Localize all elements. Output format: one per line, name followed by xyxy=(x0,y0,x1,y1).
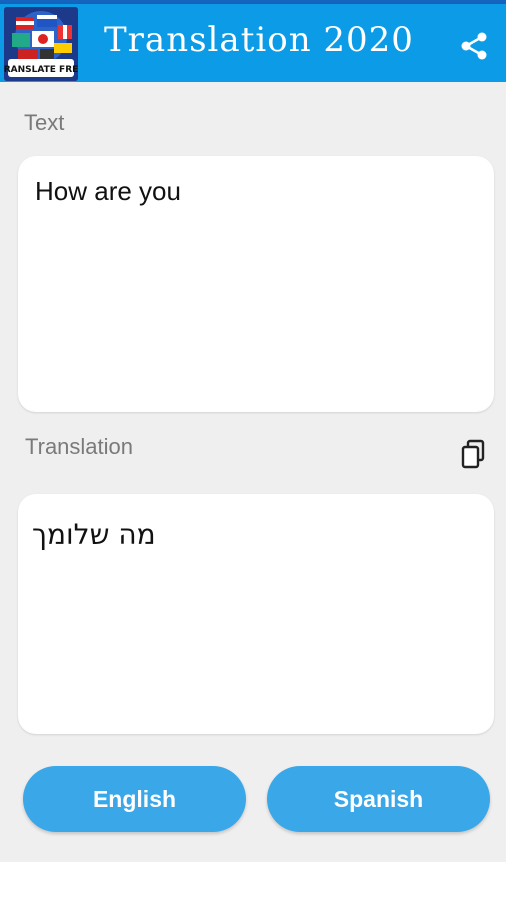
copy-icon xyxy=(461,439,485,469)
share-icon xyxy=(461,32,487,60)
app-title: Translation 2020 xyxy=(104,20,414,60)
svg-text:TRANSLATE FREE: TRANSLATE FREE xyxy=(4,65,78,75)
translation-output: מה שלומך xyxy=(18,494,494,734)
input-label: Text xyxy=(24,110,65,135)
source-language-button[interactable]: English xyxy=(23,766,246,832)
copy-button[interactable] xyxy=(458,438,488,470)
translation-value: מה שלומך xyxy=(32,518,156,551)
source-text-value[interactable]: How are you xyxy=(35,176,181,207)
translation-label: Translation xyxy=(25,434,134,459)
main-content: Text How are you Translation מה שלומך En… xyxy=(0,82,506,862)
app-bar: TRANSLATE FREE Translation 2020 xyxy=(0,4,506,82)
share-button[interactable] xyxy=(452,24,496,68)
target-language-button[interactable]: Spanish xyxy=(267,766,490,832)
app-logo: TRANSLATE FREE xyxy=(4,7,78,81)
source-text-field[interactable]: How are you xyxy=(18,156,494,412)
